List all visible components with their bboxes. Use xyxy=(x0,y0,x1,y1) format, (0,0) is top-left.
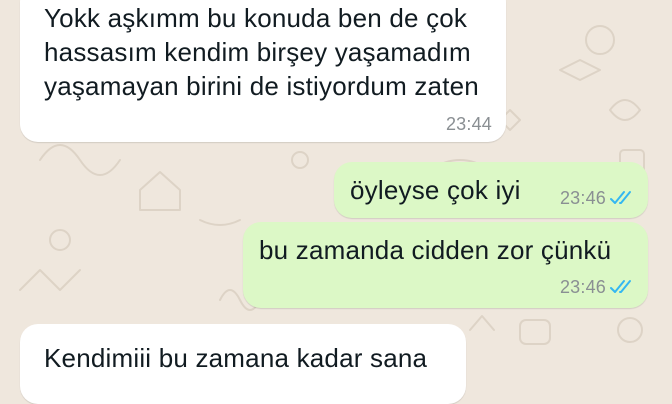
message-bubble-incoming[interactable]: Yokk aşkımm bu konuda ben de çok hassası… xyxy=(20,0,506,142)
message-bubble-incoming[interactable]: Kendimiii bu zamana kadar sana xyxy=(20,324,466,404)
message-text-line: Kendimiii bu zamana kadar sana xyxy=(44,343,428,373)
message-bubble-outgoing[interactable]: öyleyse çok iyi 23:46 xyxy=(334,162,648,218)
message-text-line: hassasım kendim birşey yaşamadım xyxy=(44,37,471,67)
message-bubble-outgoing[interactable]: bu zamanda cidden zor çünkü 23:46 xyxy=(243,222,648,308)
message-time: 23:46 xyxy=(559,188,606,208)
message-time: 23:44 xyxy=(445,114,492,134)
message-meta: 23:44 xyxy=(446,114,492,134)
double-check-read-icon xyxy=(610,280,631,293)
message-text: öyleyse çok iyi xyxy=(350,175,521,205)
message-meta: 23:46 xyxy=(560,188,636,208)
message-time: 23:46 xyxy=(559,277,606,297)
message-meta: 23:46 xyxy=(560,277,636,297)
double-check-read-icon xyxy=(610,191,631,204)
message-text-line: yaşamayan birini de istiyordum zaten xyxy=(44,71,479,101)
message-text-line: Yokk aşkımm bu konuda ben de çok xyxy=(44,3,468,33)
message-text: bu zamanda cidden zor çünkü xyxy=(259,235,612,265)
